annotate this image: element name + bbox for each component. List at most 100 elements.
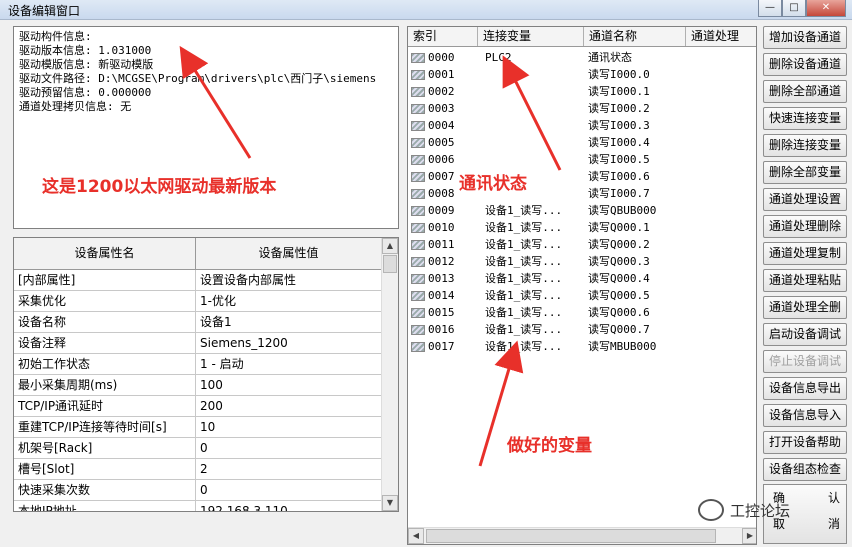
property-value[interactable]: 设置设备内部属性	[196, 270, 382, 290]
header-channel-process[interactable]: 通道处理	[686, 27, 756, 46]
linked-variable[interactable]: 设备1_读写...	[478, 287, 584, 304]
property-row[interactable]: 本地IP地址 192.168.3.110	[14, 501, 382, 511]
linked-variable[interactable]	[478, 66, 584, 83]
channel-list-hscrollbar[interactable]: ◀ ▶	[408, 527, 756, 544]
action-button[interactable]: 增加设备通道	[763, 26, 847, 49]
property-row[interactable]: 初始工作状态 1 - 启动	[14, 354, 382, 375]
linked-variable[interactable]	[478, 151, 584, 168]
action-button[interactable]: 删除连接变量	[763, 134, 847, 157]
linked-variable[interactable]: 设备1_读写...	[478, 338, 584, 355]
channel-name: 读写I000.0	[588, 68, 650, 81]
header-linked-variable[interactable]: 连接变量	[478, 27, 584, 46]
action-button[interactable]: 通道处理粘贴	[763, 269, 847, 292]
scroll-up-icon[interactable]: ▲	[382, 238, 398, 254]
linked-variable[interactable]	[478, 134, 584, 151]
action-button[interactable]: 删除全部通道	[763, 80, 847, 103]
maximize-button[interactable]: □	[782, 0, 806, 17]
scroll-left-icon[interactable]: ◀	[408, 528, 424, 544]
action-button[interactable]: 设备组态检查	[763, 458, 847, 481]
channel-name: 读写I000.5	[588, 153, 650, 166]
action-button[interactable]: 停止设备调试	[763, 350, 847, 373]
action-button[interactable]: 通道处理全删	[763, 296, 847, 319]
property-row[interactable]: 快速采集次数 0	[14, 480, 382, 501]
channel-row[interactable]: 0017 设备1_读写... 读写MBUB000	[408, 338, 756, 355]
property-row[interactable]: 机架号[Rack] 0	[14, 438, 382, 459]
hscroll-thumb[interactable]	[426, 529, 716, 543]
scroll-down-icon[interactable]: ▼	[382, 495, 398, 511]
channel-row[interactable]: 0004 读写I000.3	[408, 117, 756, 134]
linked-variable[interactable]: 设备1_读写...	[478, 321, 584, 338]
cancel-char-2[interactable]: 消	[828, 515, 840, 532]
property-row[interactable]: TCP/IP通讯延时 200	[14, 396, 382, 417]
linked-variable[interactable]: 设备1_读写...	[478, 304, 584, 321]
action-button[interactable]: 打开设备帮助	[763, 431, 847, 454]
channel-row[interactable]: 0006 读写I000.5	[408, 151, 756, 168]
header-channel-name[interactable]: 通道名称	[584, 27, 686, 46]
action-button[interactable]: 删除全部变量	[763, 161, 847, 184]
action-button[interactable]: 通道处理复制	[763, 242, 847, 265]
action-button[interactable]: 设备信息导出	[763, 377, 847, 400]
scroll-thumb[interactable]	[383, 255, 397, 273]
property-row[interactable]: 重建TCP/IP连接等待时间[s] 10	[14, 417, 382, 438]
property-value[interactable]: 200	[196, 396, 382, 416]
channel-row[interactable]: 0000 PLC2 通讯状态	[408, 49, 756, 66]
property-value[interactable]: 10	[196, 417, 382, 437]
channel-row[interactable]: 0010 设备1_读写... 读写Q000.1	[408, 219, 756, 236]
property-value[interactable]: 设备1	[196, 312, 382, 332]
channel-row[interactable]: 0014 设备1_读写... 读写Q000.5	[408, 287, 756, 304]
property-row[interactable]: 槽号[Slot] 2	[14, 459, 382, 480]
channel-row[interactable]: 0016 设备1_读写... 读写Q000.7	[408, 321, 756, 338]
property-value[interactable]: 2	[196, 459, 382, 479]
channel-row-icon	[411, 103, 425, 114]
property-value[interactable]: 1-优化	[196, 291, 382, 311]
channel-row[interactable]: 0015 设备1_读写... 读写Q000.6	[408, 304, 756, 321]
linked-variable[interactable]	[478, 117, 584, 134]
channel-row[interactable]: 0005 读写I000.4	[408, 134, 756, 151]
linked-variable[interactable]	[478, 83, 584, 100]
channel-row[interactable]: 0002 读写I000.1	[408, 83, 756, 100]
property-row[interactable]: 设备注释 Siemens_1200	[14, 333, 382, 354]
channel-index-cell: 0009	[408, 202, 478, 219]
linked-variable[interactable]: 设备1_读写...	[478, 219, 584, 236]
channel-row[interactable]: 0012 设备1_读写... 读写Q000.3	[408, 253, 756, 270]
channel-row[interactable]: 0011 设备1_读写... 读写Q000.2	[408, 236, 756, 253]
property-value[interactable]: Siemens_1200	[196, 333, 382, 353]
action-button[interactable]: 快速连接变量	[763, 107, 847, 130]
property-name: 最小采集周期(ms)	[14, 375, 196, 395]
action-button[interactable]: 通道处理设置	[763, 188, 847, 211]
driver-info-line: 驱动文件路径: D:\MCGSE\Program\drivers\plc\西门子…	[19, 72, 377, 85]
linked-variable[interactable]: 设备1_读写...	[478, 253, 584, 270]
channel-index-cell: 0002	[408, 83, 478, 100]
channel-row[interactable]: 0003 读写I000.2	[408, 100, 756, 117]
action-button[interactable]: 通道处理删除	[763, 215, 847, 238]
header-property-value[interactable]: 设备属性值	[196, 238, 382, 269]
linked-variable[interactable]: PLC2	[478, 49, 584, 66]
channel-row[interactable]: 0009 设备1_读写... 读写QBUB000	[408, 202, 756, 219]
linked-variable[interactable]: 设备1_读写...	[478, 202, 584, 219]
property-row[interactable]: 采集优化 1-优化	[14, 291, 382, 312]
properties-scrollbar[interactable]: ▲ ▼	[381, 238, 398, 511]
property-value[interactable]: 192.168.3.110	[196, 501, 382, 511]
minimize-button[interactable]: —	[758, 0, 782, 17]
channel-row[interactable]: 0001 读写I000.0	[408, 66, 756, 83]
property-value[interactable]: 100	[196, 375, 382, 395]
close-button[interactable]: ✕	[806, 0, 846, 17]
linked-variable[interactable]	[478, 100, 584, 117]
ok-char-2[interactable]: 认	[828, 489, 840, 506]
property-row[interactable]: 最小采集周期(ms) 100	[14, 375, 382, 396]
linked-variable[interactable]: 设备1_读写...	[478, 236, 584, 253]
property-value[interactable]: 0	[196, 438, 382, 458]
channel-row[interactable]: 0013 设备1_读写... 读写Q000.4	[408, 270, 756, 287]
property-value[interactable]: 0	[196, 480, 382, 500]
property-value[interactable]: 1 - 启动	[196, 354, 382, 374]
linked-variable[interactable]: 设备1_读写...	[478, 270, 584, 287]
header-index[interactable]: 索引	[408, 27, 478, 46]
header-property-name[interactable]: 设备属性名	[14, 238, 196, 269]
property-row[interactable]: 设备名称 设备1	[14, 312, 382, 333]
property-row[interactable]: [内部属性] 设置设备内部属性	[14, 270, 382, 291]
channel-name: 读写Q000.4	[588, 272, 650, 285]
action-button[interactable]: 删除设备通道	[763, 53, 847, 76]
action-button[interactable]: 启动设备调试	[763, 323, 847, 346]
action-button[interactable]: 设备信息导入	[763, 404, 847, 427]
scroll-right-icon[interactable]: ▶	[742, 528, 756, 544]
